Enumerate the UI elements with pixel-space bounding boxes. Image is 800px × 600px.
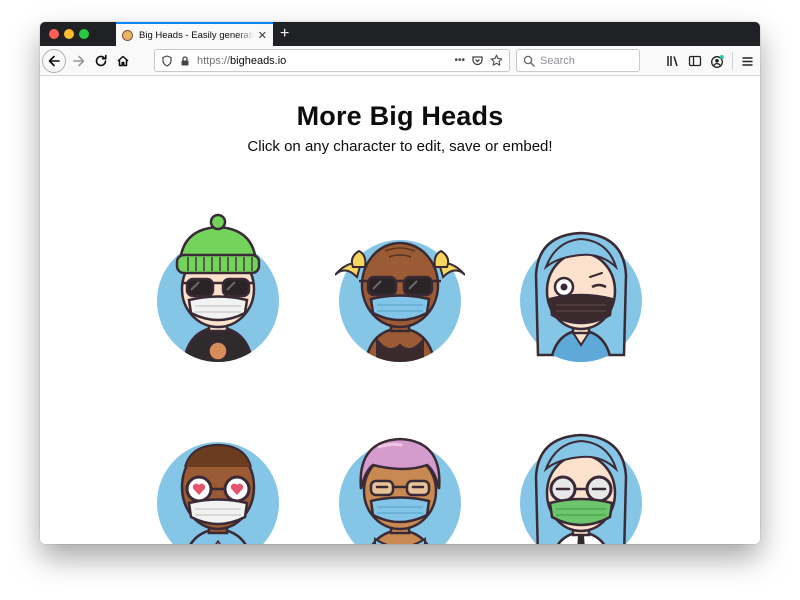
- title-bar: Big Heads - Easily generate avatars ✕ +: [40, 22, 760, 46]
- home-icon: [117, 55, 129, 67]
- tab-bigheads[interactable]: Big Heads - Easily generate avatars ✕: [116, 22, 273, 46]
- search-icon: [523, 55, 535, 67]
- search-placeholder: Search: [540, 54, 575, 67]
- avatar-card-5[interactable]: [335, 407, 465, 544]
- avatar-card-3[interactable]: [516, 205, 646, 365]
- sidebar-icon: [688, 55, 702, 67]
- avatar-pink-hair-icon: [339, 437, 461, 544]
- forward-button[interactable]: [68, 50, 90, 72]
- sidebar-button[interactable]: [684, 50, 706, 72]
- avatar-card-6[interactable]: [516, 407, 646, 544]
- menu-button[interactable]: [736, 50, 758, 72]
- back-button[interactable]: [42, 49, 66, 73]
- account-button[interactable]: [706, 50, 728, 72]
- avatar-green-mask-icon: [520, 433, 642, 544]
- page-subtitle: Click on any character to edit, save or …: [247, 138, 553, 155]
- address-bar[interactable]: https://bigheads.io •••: [154, 49, 510, 72]
- page-actions-icon[interactable]: •••: [454, 55, 465, 66]
- avatar-card-2[interactable]: [334, 205, 466, 365]
- navigation-toolbar: https://bigheads.io ••• Search: [40, 46, 760, 76]
- arrow-left-icon: [48, 55, 60, 67]
- avatar-card-4[interactable]: [155, 407, 285, 544]
- avatar-blue-hair-wink-icon: [520, 231, 642, 362]
- hamburger-menu-icon: [741, 56, 753, 66]
- url-text[interactable]: https://bigheads.io: [197, 55, 448, 67]
- avatar-green-beanie-icon: [157, 213, 279, 362]
- reload-icon: [95, 54, 107, 67]
- home-button[interactable]: [112, 50, 134, 72]
- close-window-button[interactable]: [49, 29, 59, 39]
- library-button[interactable]: [662, 50, 684, 72]
- avatar-card-1[interactable]: [155, 205, 285, 365]
- maximize-window-button[interactable]: [79, 29, 89, 39]
- shield-icon[interactable]: [161, 54, 173, 67]
- url-host: bigheads.io: [230, 54, 287, 67]
- tab-title: Big Heads - Easily generate avatars: [139, 29, 254, 41]
- search-box[interactable]: Search: [516, 49, 640, 72]
- new-tab-button[interactable]: +: [280, 24, 289, 44]
- reload-button[interactable]: [90, 50, 112, 72]
- bookmark-star-icon[interactable]: [490, 54, 503, 67]
- tab-close-icon[interactable]: ✕: [258, 29, 267, 42]
- browser-window: Big Heads - Easily generate avatars ✕ + …: [40, 22, 760, 544]
- avatar-heart-eyes-icon: [157, 442, 279, 544]
- arrow-right-icon: [73, 55, 85, 67]
- library-icon: [667, 56, 678, 67]
- page-content: More Big Heads Click on any character to…: [40, 77, 760, 544]
- minimize-window-button[interactable]: [64, 29, 74, 39]
- lock-icon[interactable]: [179, 55, 191, 67]
- url-scheme: https://: [197, 54, 231, 67]
- toolbar-divider: [732, 52, 733, 70]
- pocket-icon[interactable]: [471, 54, 484, 67]
- favicon-icon: [122, 29, 133, 41]
- account-icon: [710, 54, 724, 68]
- avatar-bald-sunglasses-icon: [334, 240, 466, 362]
- page-title: More Big Heads: [296, 101, 504, 131]
